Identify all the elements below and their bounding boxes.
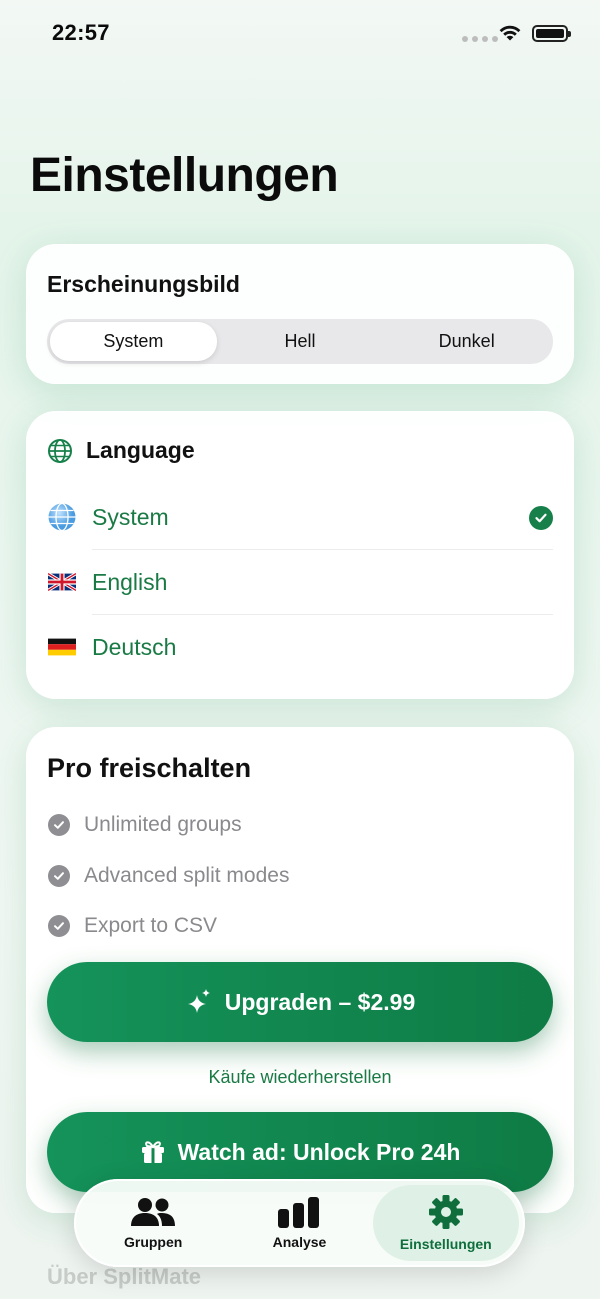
appearance-card: Erscheinungsbild System Hell Dunkel xyxy=(26,244,574,384)
battery-icon xyxy=(532,25,571,42)
appearance-option-dark[interactable]: Dunkel xyxy=(383,322,550,361)
page-title: Einstellungen xyxy=(30,149,339,202)
wifi-icon xyxy=(499,25,521,41)
feature-label: Advanced split modes xyxy=(84,864,290,887)
status-time: 22:57 xyxy=(52,20,110,45)
gear-icon xyxy=(428,1195,463,1229)
feature-item: Export to CSV xyxy=(48,914,217,938)
upgrade-button[interactable]: Upgraden – $2.99 xyxy=(47,962,553,1042)
restore-purchases-link[interactable]: Käufe wiederherstellen xyxy=(26,1067,574,1088)
watch-ad-label: Watch ad: Unlock Pro 24h xyxy=(177,1138,461,1165)
globe-icon xyxy=(47,502,77,532)
people-icon xyxy=(131,1198,176,1226)
tab-label: Gruppen xyxy=(123,1234,183,1250)
appearance-segmented-control: System Hell Dunkel xyxy=(47,319,553,364)
language-header: Language xyxy=(47,437,195,464)
feature-label: Unlimited groups xyxy=(84,813,242,836)
appearance-option-system[interactable]: System xyxy=(50,322,217,361)
feature-label: Export to CSV xyxy=(84,914,218,937)
language-option-deutsch[interactable]: Deutsch xyxy=(47,615,553,679)
language-title: Language xyxy=(86,437,195,463)
tab-bar: Gruppen Analyse Einstellungen xyxy=(74,1179,525,1267)
upgrade-label: Upgraden – $2.99 xyxy=(224,988,416,1015)
gift-icon xyxy=(141,1141,164,1163)
feature-item: Advanced split modes xyxy=(48,864,289,888)
language-option-english[interactable]: English xyxy=(47,550,553,614)
tab-einstellungen[interactable]: Einstellungen xyxy=(372,1185,519,1261)
pro-title: Pro freischalten xyxy=(47,753,252,783)
tab-label: Einstellungen xyxy=(399,1236,492,1252)
uk-flag-icon xyxy=(47,573,77,591)
feature-item: Unlimited groups xyxy=(48,813,242,837)
globe-icon xyxy=(48,438,72,463)
appearance-title: Erscheinungsbild xyxy=(47,271,240,297)
bar-chart-icon xyxy=(278,1197,320,1228)
tab-gruppen[interactable]: Gruppen xyxy=(80,1185,226,1261)
language-option-label: System xyxy=(92,503,169,530)
checkmark-icon xyxy=(48,865,70,887)
tab-label: Analyse xyxy=(272,1234,327,1250)
appearance-option-light[interactable]: Hell xyxy=(217,322,384,361)
sparkles-icon xyxy=(187,989,210,1013)
language-option-label: English xyxy=(92,568,168,595)
pro-card: Pro freischalten Unlimited groups Advanc… xyxy=(26,727,574,1213)
language-option-system[interactable]: System xyxy=(47,485,553,549)
language-option-label: Deutsch xyxy=(92,633,177,660)
germany-flag-icon xyxy=(47,638,77,656)
language-card: Language System English Deutsch xyxy=(26,411,574,699)
checkmark-icon xyxy=(48,814,70,836)
about-section-title: Über SplitMate xyxy=(47,1264,202,1289)
status-bar: 22:57 xyxy=(0,0,600,70)
checkmark-icon xyxy=(529,506,553,530)
tab-analyse[interactable]: Analyse xyxy=(226,1185,372,1261)
signal-icon xyxy=(462,36,498,42)
checkmark-icon xyxy=(48,915,70,937)
